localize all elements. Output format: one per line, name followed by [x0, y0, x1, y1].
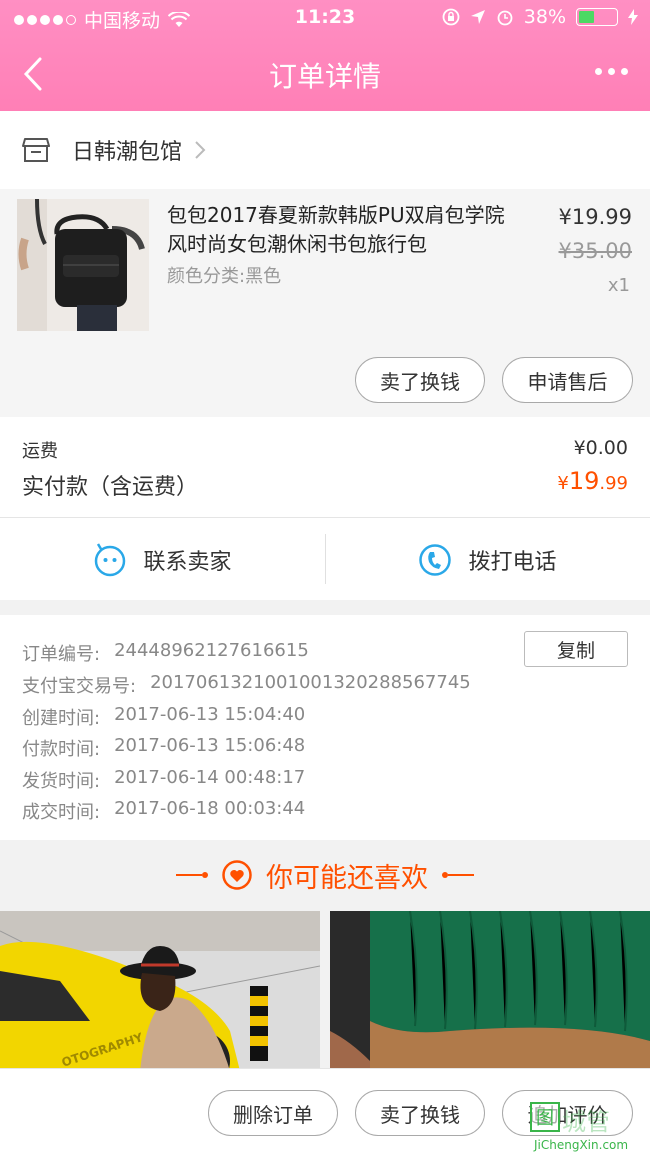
- battery-icon: [576, 8, 618, 26]
- watermark-url: JiChengXin.com: [534, 1138, 629, 1152]
- product-spec: 颜色分类:黑色: [167, 266, 282, 287]
- paid-amount: ¥19.99: [557, 467, 628, 495]
- order-info: 订单编号: 24448962127616615 复制 支付宝交易号: 20170…: [0, 615, 650, 840]
- product-quantity: x1: [607, 275, 630, 296]
- product-card[interactable]: 包包2017春夏新款韩版PU双肩包学院风时尚女包潮休闲书包旅行包 颜色分类:黑色…: [0, 189, 650, 417]
- rotation-lock-icon: [442, 8, 460, 26]
- paid-time-row: 付款时间: 2017-06-13 15:06:48: [22, 735, 305, 761]
- contact-bar: 联系卖家 拨打电话: [0, 517, 650, 600]
- alipay-number-value: 2017061321001001320288567745: [150, 672, 471, 693]
- shipping-label: 运费: [22, 441, 58, 462]
- heading-line-left: [176, 872, 208, 878]
- completed-time-label: 成交时间:: [22, 802, 101, 823]
- heart-icon: [222, 860, 252, 890]
- recommend-item-2-image[interactable]: [330, 911, 650, 1071]
- phone-icon: [419, 543, 452, 576]
- alipay-number-label: 支付宝交易号:: [22, 676, 137, 697]
- heading-line-right: [442, 872, 474, 878]
- charging-icon: [628, 9, 638, 25]
- sell-button[interactable]: 卖了换钱: [355, 357, 485, 403]
- product-thumbnail[interactable]: [17, 199, 149, 331]
- order-number-label: 订单编号:: [22, 644, 101, 665]
- fee-summary: 运费 ¥0.00 实付款（含运费） ¥19.99: [0, 417, 650, 517]
- paid-label: 实付款（含运费）: [22, 475, 199, 500]
- alarm-icon: [497, 10, 513, 26]
- battery-percent: 38%: [523, 6, 566, 28]
- shipped-time-value: 2017-06-14 00:48:17: [114, 767, 306, 788]
- site-watermark: 图 城管 JiChengXin.com: [530, 1102, 642, 1154]
- product-original-price: ¥35.00: [558, 239, 632, 263]
- call-label: 拨打电话: [468, 549, 557, 575]
- copy-button[interactable]: 复制: [524, 631, 628, 667]
- bottom-sell-button[interactable]: 卖了换钱: [355, 1090, 485, 1136]
- shipped-time-row: 发货时间: 2017-06-14 00:48:17: [22, 767, 305, 793]
- status-right: 38%: [442, 6, 638, 28]
- paid-integer: 19: [568, 467, 600, 495]
- contact-seller-label: 联系卖家: [143, 549, 232, 575]
- order-number-row: 订单编号: 24448962127616615: [22, 640, 309, 666]
- recommend-title: 你可能还喜欢: [266, 862, 428, 894]
- watermark-brand: 图 城管: [530, 1102, 610, 1137]
- shipping-value: ¥0.00: [573, 437, 628, 459]
- after-sale-button[interactable]: 申请售后: [502, 357, 633, 403]
- header-bar: 中国移动 11:23 38% 订单详情: [0, 0, 650, 111]
- chat-face-icon: [95, 542, 126, 576]
- contact-seller-button[interactable]: 联系卖家: [0, 518, 325, 601]
- location-icon: [470, 10, 485, 24]
- more-menu-icon[interactable]: [595, 68, 628, 75]
- paid-time-label: 付款时间:: [22, 739, 101, 760]
- paid-time-value: 2017-06-13 15:06:48: [114, 735, 306, 756]
- shipped-time-label: 发货时间:: [22, 771, 101, 792]
- watermark-logo: 图: [530, 1102, 560, 1132]
- watermark-text: 城管: [562, 1108, 610, 1136]
- product-name[interactable]: 包包2017春夏新款韩版PU双肩包学院风时尚女包潮休闲书包旅行包: [167, 201, 517, 259]
- call-button[interactable]: 拨打电话: [325, 518, 650, 601]
- recommend-item-1-image[interactable]: OTOGRAPHY: [0, 911, 320, 1071]
- created-time-label: 创建时间:: [22, 708, 101, 729]
- chevron-right-icon: [195, 141, 206, 159]
- page-title: 订单详情: [268, 60, 381, 93]
- alipay-number-row: 支付宝交易号: 2017061321001001320288567745: [22, 672, 471, 698]
- product-price: ¥19.99: [558, 205, 632, 229]
- shop-name: 日韩潮包馆: [72, 140, 183, 165]
- completed-time-row: 成交时间: 2017-06-18 00:03:44: [22, 798, 305, 824]
- completed-time-value: 2017-06-18 00:03:44: [114, 798, 306, 819]
- status-bar: 中国移动 11:23 38%: [0, 0, 650, 36]
- recommend-heading: 你可能还喜欢: [0, 840, 650, 910]
- delete-order-button[interactable]: 删除订单: [208, 1090, 338, 1136]
- shop-row[interactable]: 日韩潮包馆: [0, 111, 650, 189]
- created-time-value: 2017-06-13 15:04:40: [114, 704, 306, 725]
- paid-decimal: .99: [599, 473, 628, 494]
- store-icon: [22, 138, 50, 162]
- created-time-row: 创建时间: 2017-06-13 15:04:40: [22, 704, 305, 730]
- order-number-value: 24448962127616615: [114, 640, 309, 661]
- paid-currency: ¥: [557, 473, 569, 494]
